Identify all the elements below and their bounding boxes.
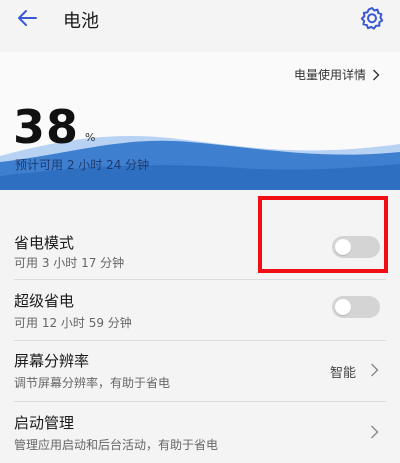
percent-sign: % bbox=[85, 131, 96, 144]
startup-management-row[interactable]: 启动管理 管理应用启动和后台活动，有助于省电 bbox=[0, 402, 400, 463]
ultra-power-saving-toggle[interactable] bbox=[332, 296, 380, 318]
ultra-power-saving-row[interactable]: 超级省电 可用 12 小时 59 分钟 bbox=[0, 280, 400, 340]
toggle-knob bbox=[335, 299, 351, 315]
chevron-right-icon bbox=[373, 69, 380, 80]
row-label: 屏幕分辨率 bbox=[14, 352, 90, 370]
resolution-value: 智能 bbox=[329, 366, 356, 381]
gear-icon bbox=[360, 7, 384, 30]
battery-status-card: 电量使用详情 38 % 预计可用 2 小时 24 分钟 bbox=[0, 52, 400, 190]
back-button[interactable] bbox=[14, 4, 44, 32]
toggle-knob bbox=[335, 239, 351, 255]
battery-percent-value: 38 bbox=[13, 100, 80, 154]
battery-percentage: 38 % bbox=[13, 104, 95, 150]
page-title: 电池 bbox=[63, 11, 99, 32]
power-saving-mode-toggle[interactable] bbox=[332, 236, 380, 258]
row-label: 超级省电 bbox=[14, 292, 75, 310]
settings-button[interactable] bbox=[358, 4, 386, 32]
usage-link-label: 电量使用详情 bbox=[293, 68, 366, 82]
chevron-right-icon bbox=[371, 363, 379, 377]
chevron-right-icon bbox=[371, 425, 379, 439]
screen-resolution-row[interactable]: 屏幕分辨率 调节屏幕分辨率，有助于省电 智能 bbox=[0, 341, 400, 401]
power-usage-details-link[interactable]: 电量使用详情 bbox=[294, 66, 380, 83]
power-saving-mode-row[interactable]: 省电模式 可用 3 小时 17 分钟 bbox=[0, 196, 400, 273]
row-subtitle: 调节屏幕分辨率，有助于省电 bbox=[14, 376, 171, 390]
battery-settings-screen: 电池 电量使用详情 38 % 预计可用 2 小时 24 分钟 省电模式 可用 3… bbox=[0, 0, 400, 463]
row-subtitle: 管理应用启动和后台活动，有助于省电 bbox=[14, 438, 219, 452]
estimated-time-remaining: 预计可用 2 小时 24 分钟 bbox=[15, 158, 150, 172]
row-subtitle: 可用 12 小时 59 分钟 bbox=[14, 316, 132, 330]
row-label: 启动管理 bbox=[14, 414, 75, 432]
top-bar: 电池 bbox=[0, 0, 400, 36]
row-label: 省电模式 bbox=[14, 234, 75, 252]
row-subtitle: 可用 3 小时 17 分钟 bbox=[14, 256, 125, 270]
arrow-left-icon bbox=[18, 10, 37, 26]
